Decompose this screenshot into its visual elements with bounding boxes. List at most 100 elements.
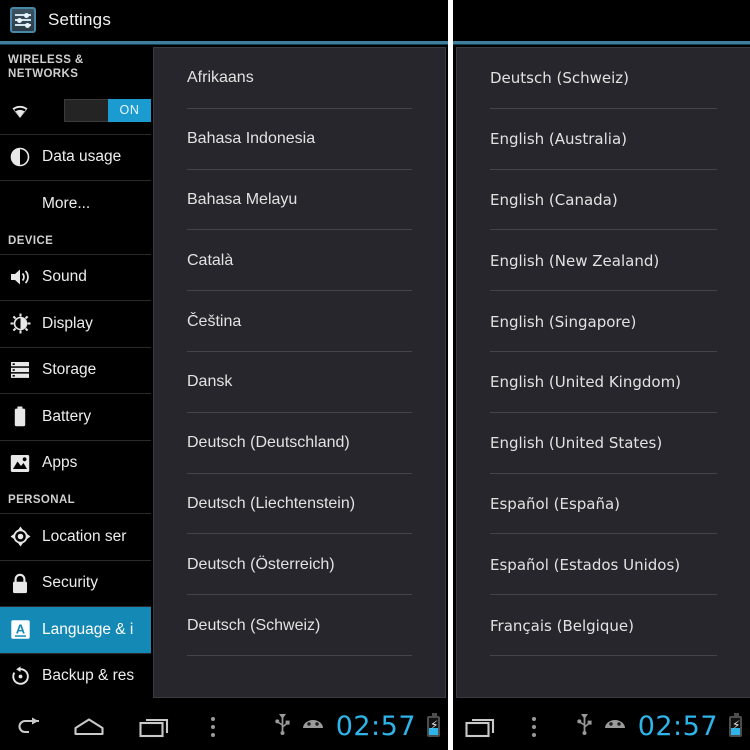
language-list-item-label: English (Singapore) (490, 312, 637, 331)
sidebar-item-label: Security (42, 574, 98, 592)
sidebar-item-label: Display (42, 314, 93, 332)
sidebar-item-label: Backup & res (42, 667, 135, 685)
sidebar-item-backup-and-reset[interactable]: Backup & res (0, 652, 151, 700)
language-list-panel-left[interactable]: Afrikaans Bahasa Indonesia Bahasa Melayu Ca… (153, 47, 446, 698)
language-list-item-label: Deutsch (Österreich) (187, 555, 335, 573)
page-title: Settings (48, 10, 112, 29)
language-list-item-label: English (United States) (490, 434, 663, 453)
usb-icon (274, 713, 290, 740)
settings-sliders-icon (10, 7, 36, 33)
sidebar-item-security[interactable]: Security (0, 559, 151, 607)
wifi-toggle[interactable]: ON (64, 98, 151, 122)
language-list-item[interactable]: Français (Belgique) (457, 595, 750, 656)
wifi-toggle-state: ON (108, 98, 151, 122)
language-list[interactable]: Deutsch (Schweiz) English (Australia) Engl… (457, 48, 750, 656)
language-list-panel-right[interactable]: Deutsch (Schweiz) English (Australia) Engl… (456, 47, 750, 698)
sidebar-item-label: Apps (42, 454, 78, 472)
android-settings-screen: Settings WIRELESS & NETWORKS ON Data usa… (0, 0, 750, 750)
apps-image-icon (8, 451, 32, 475)
language-list-item[interactable]: Čeština (154, 291, 445, 352)
sidebar-item-language-and-input[interactable]: A Language & i (0, 606, 151, 653)
language-list-item-label: Dansk (187, 373, 233, 391)
sidebar-section-device: DEVICE (8, 234, 54, 247)
system-navbar-left[interactable]: 02:57 ⚡ (0, 703, 448, 750)
sidebar-item-location-services[interactable]: Location ser (0, 513, 151, 560)
language-list-item[interactable]: Dansk (154, 352, 445, 413)
android-robot-icon (603, 716, 627, 738)
header-accent-rule-shadow (0, 44, 750, 45)
lock-icon (8, 571, 32, 595)
android-robot-icon (301, 716, 325, 738)
language-list-item[interactable]: Bahasa Melayu (154, 170, 445, 231)
recent-apps-icon[interactable] (453, 703, 509, 750)
wifi-toggle-track (64, 98, 108, 122)
system-status-area: 02:57 ⚡ (274, 711, 448, 742)
language-list-item[interactable]: English (New Zealand) (457, 230, 750, 292)
sidebar-item-wifi[interactable]: ON (0, 87, 151, 134)
language-list-item-label: Deutsch (Schweiz) (490, 69, 630, 88)
sidebar-item-data-usage[interactable]: Data usage (0, 133, 151, 181)
language-list[interactable]: Afrikaans Bahasa Indonesia Bahasa Melayu Ca… (154, 48, 445, 656)
backup-restore-icon (8, 664, 32, 688)
language-list-item-label: Español (Estados Unidos) (490, 555, 681, 574)
sidebar-item-apps[interactable]: Apps (0, 439, 151, 487)
language-list-item[interactable]: Deutsch (Schweiz) (154, 595, 445, 656)
language-list-item[interactable]: English (Canada) (457, 170, 750, 231)
sidebar-item-label: More... (42, 194, 91, 212)
home-icon[interactable] (56, 703, 122, 750)
sidebar-item-label: Storage (42, 361, 97, 379)
language-list-item-label: Français (Belgique) (490, 616, 634, 635)
app-header: Settings (0, 0, 750, 40)
language-list-item[interactable]: Bahasa Indonesia (154, 109, 445, 170)
language-list-item[interactable]: English (United Kingdom) (457, 352, 750, 413)
settings-sidebar[interactable]: WIRELESS & NETWORKS ON Data usage More..… (0, 46, 151, 703)
language-list-item[interactable]: Deutsch (Österreich) (154, 534, 445, 596)
display-brightness-icon (8, 312, 32, 336)
language-list-item-label: Bahasa Indonesia (187, 130, 316, 148)
language-list-item-label: Deutsch (Liechtenstein) (187, 494, 356, 512)
system-status-area: 02:57 ⚡ (576, 711, 750, 742)
sidebar-item-sound[interactable]: Sound (0, 253, 151, 301)
language-list-item-label: English (Canada) (490, 190, 618, 209)
language-list-item[interactable]: Español (España) (457, 474, 750, 535)
sidebar-item-storage[interactable]: Storage (0, 346, 151, 394)
sidebar-item-label: Data usage (42, 148, 122, 166)
location-icon (8, 525, 32, 549)
language-list-item-label: English (United Kingdom) (490, 373, 682, 392)
status-clock: 02:57 (335, 711, 416, 742)
storage-icon (8, 358, 32, 382)
language-list-item[interactable]: English (United States) (457, 413, 750, 474)
sidebar-section-wireless-line1: WIRELESS & (8, 54, 84, 66)
overflow-menu-icon[interactable] (509, 703, 559, 750)
status-clock: 02:57 (637, 711, 718, 742)
language-list-item-label: Español (España) (490, 494, 621, 513)
language-list-item[interactable]: Afrikaans (154, 48, 445, 109)
sidebar-item-more[interactable]: More... (0, 180, 151, 227)
battery-icon (8, 405, 32, 429)
back-icon[interactable] (0, 703, 56, 750)
usb-icon (576, 713, 592, 740)
wifi-icon (8, 98, 32, 122)
sidebar-section-personal: PERSONAL (8, 494, 76, 507)
language-list-item[interactable]: Català (154, 230, 445, 292)
sidebar-item-label: Sound (42, 268, 87, 286)
sidebar-item-display[interactable]: Display (0, 300, 151, 347)
sidebar-item-label: Language & i (42, 620, 134, 638)
sidebar-item-battery[interactable]: Battery (0, 393, 151, 440)
language-list-item[interactable]: English (Australia) (457, 109, 750, 170)
battery-charging-icon: ⚡ (729, 713, 742, 737)
language-list-item[interactable]: Deutsch (Schweiz) (457, 48, 750, 109)
language-list-item[interactable]: Deutsch (Liechtenstein) (154, 474, 445, 535)
overflow-menu-icon[interactable] (188, 703, 238, 750)
recent-apps-icon[interactable] (122, 703, 188, 750)
language-list-item[interactable]: Deutsch (Deutschland) (154, 413, 445, 474)
svg-text:A: A (15, 622, 25, 637)
system-navbar-right[interactable]: 02:57 ⚡ (453, 703, 750, 750)
list-divider (187, 654, 412, 656)
data-usage-icon (8, 145, 32, 169)
language-keyboard-icon: A (8, 618, 32, 642)
language-list-item-label: Čeština (187, 312, 242, 330)
language-list-item[interactable]: Español (Estados Unidos) (457, 534, 750, 596)
language-list-item[interactable]: English (Singapore) (457, 291, 750, 352)
sidebar-item-label: Location ser (42, 527, 127, 545)
